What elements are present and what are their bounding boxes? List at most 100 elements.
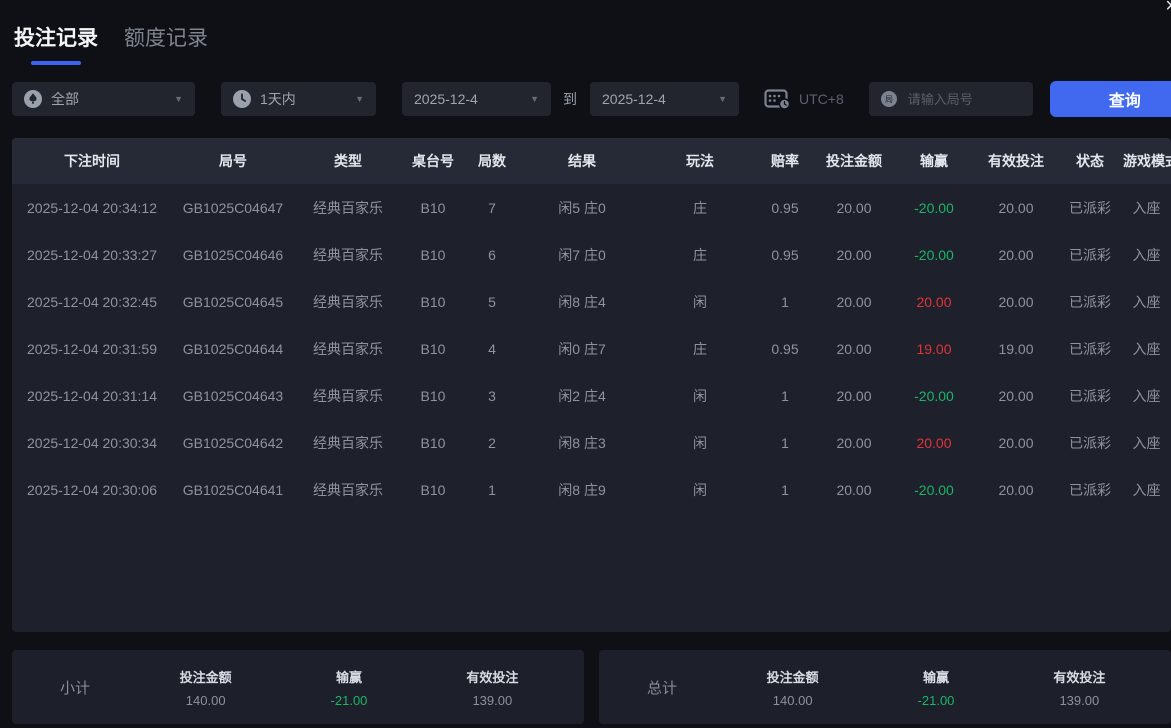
column-header-round-id: 局号 bbox=[172, 138, 294, 184]
chevron-down-icon: ▼ bbox=[355, 93, 364, 104]
cell-valid-bet: 20.00 bbox=[998, 387, 1034, 404]
column-header-win-loss: 输赢 bbox=[894, 138, 974, 184]
cell-round-id: GB1025C04644 bbox=[182, 340, 284, 357]
subtotal-label: 小计 bbox=[60, 679, 91, 697]
date-to-connector-label: 到 bbox=[563, 91, 577, 107]
cell-game-mode: 入座 bbox=[1132, 340, 1161, 357]
total-bet-amount: 投注金额 140.00 bbox=[766, 669, 819, 708]
cell-bet-amount: 20.00 bbox=[836, 246, 872, 263]
date-from-select[interactable]: 2025-12-4 ▼ bbox=[402, 82, 551, 116]
calendar-clock-icon bbox=[764, 88, 791, 110]
cell-win-loss: 19.00 bbox=[916, 340, 952, 357]
summary-bar: 小计 投注金额 140.00 输赢 -21.00 有效投注 139.00 总计 … bbox=[12, 650, 1171, 724]
cell-status: 已派彩 bbox=[1069, 434, 1111, 451]
total-panel: 总计 投注金额 140.00 输赢 -21.00 有效投注 139.00 bbox=[599, 650, 1171, 724]
query-button[interactable]: 查询 bbox=[1049, 81, 1171, 117]
cell-result: 闲8 庄9 bbox=[558, 481, 606, 498]
tab-quota-records[interactable]: 额度记录 bbox=[124, 22, 208, 52]
column-header-game-mode: 游戏模式 bbox=[1122, 138, 1171, 184]
cell-bet-amount: 20.00 bbox=[836, 293, 872, 310]
cell-valid-bet: 20.00 bbox=[998, 434, 1034, 451]
cell-table-no: B10 bbox=[420, 434, 446, 451]
table-body: 2025-12-04 20:34:12 GB1025C04647 经典百家乐 B10 7… bbox=[12, 184, 1171, 513]
cell-game-mode: 入座 bbox=[1132, 199, 1161, 216]
total-valid-bet: 有效投注 139.00 bbox=[1053, 669, 1106, 708]
cell-game-mode: 入座 bbox=[1132, 246, 1161, 263]
timezone-indicator: UTC+8 bbox=[764, 88, 844, 110]
cell-round-id: GB1025C04645 bbox=[182, 293, 284, 310]
cell-odds: 1 bbox=[781, 293, 789, 310]
column-header-status: 状态 bbox=[1058, 138, 1122, 184]
cell-odds: 0.95 bbox=[771, 199, 799, 216]
cell-bet-amount: 20.00 bbox=[836, 434, 872, 451]
column-header-odds: 赔率 bbox=[756, 138, 814, 184]
column-header-result: 结果 bbox=[520, 138, 644, 184]
cell-play-type: 庄 bbox=[693, 199, 707, 216]
table-row: 2025-12-04 20:31:59 GB1025C04644 经典百家乐 B10 4… bbox=[12, 325, 1171, 372]
subtotal-win-loss: 输赢 -21.00 bbox=[330, 669, 368, 708]
cell-round-count: 5 bbox=[488, 293, 496, 310]
subtotal-bet-amount: 投注金额 140.00 bbox=[179, 669, 232, 708]
cell-table-no: B10 bbox=[420, 340, 446, 357]
table-row: 2025-12-04 20:31:14 GB1025C04643 经典百家乐 B10 3… bbox=[12, 372, 1171, 419]
game-type-value: 全部 bbox=[51, 91, 79, 107]
cell-round-count: 1 bbox=[488, 481, 496, 498]
cell-valid-bet: 20.00 bbox=[998, 481, 1034, 498]
cell-table-no: B10 bbox=[420, 293, 446, 310]
cell-play-type: 闲 bbox=[693, 387, 707, 404]
cell-win-loss: -20.00 bbox=[914, 387, 954, 404]
cell-status: 已派彩 bbox=[1069, 199, 1111, 216]
column-header-bet-time: 下注时间 bbox=[12, 138, 172, 184]
cell-round-count: 3 bbox=[488, 387, 496, 404]
table-row: 2025-12-04 20:33:27 GB1025C04646 经典百家乐 B10 6… bbox=[12, 231, 1171, 278]
timezone-label: UTC+8 bbox=[799, 91, 844, 107]
date-to-select[interactable]: 2025-12-4 ▼ bbox=[590, 82, 739, 116]
cell-game-type: 经典百家乐 bbox=[313, 293, 383, 310]
round-search-box[interactable]: 局 bbox=[868, 82, 1033, 116]
date-to-value: 2025-12-4 bbox=[602, 91, 666, 107]
cell-game-type: 经典百家乐 bbox=[313, 387, 383, 404]
cell-bet-amount: 20.00 bbox=[836, 387, 872, 404]
spade-icon bbox=[24, 90, 42, 108]
cell-round-count: 2 bbox=[488, 434, 496, 451]
cell-table-no: B10 bbox=[420, 246, 446, 263]
cell-odds: 1 bbox=[781, 434, 789, 451]
cell-round-count: 7 bbox=[488, 199, 496, 216]
cell-bet-time: 2025-12-04 20:30:34 bbox=[27, 434, 157, 451]
column-header-table-no: 桌台号 bbox=[402, 138, 464, 184]
cell-game-mode: 入座 bbox=[1132, 387, 1161, 404]
cell-game-type: 经典百家乐 bbox=[313, 434, 383, 451]
chevron-down-icon: ▼ bbox=[530, 93, 539, 104]
close-icon[interactable]: × bbox=[1165, 0, 1171, 16]
subtotal-valid-bet: 有效投注 139.00 bbox=[466, 669, 519, 708]
total-win-loss: 输赢 -21.00 bbox=[917, 669, 955, 708]
cell-odds: 1 bbox=[781, 481, 789, 498]
tab-bar: 投注记录 额度记录 bbox=[14, 22, 208, 65]
tab-bet-records[interactable]: 投注记录 bbox=[14, 22, 98, 65]
cell-valid-bet: 19.00 bbox=[998, 340, 1034, 357]
date-from-value: 2025-12-4 bbox=[414, 91, 478, 107]
game-type-select[interactable]: 全部 ▼ bbox=[12, 82, 195, 116]
cell-odds: 0.95 bbox=[771, 246, 799, 263]
round-search-input[interactable] bbox=[905, 90, 1021, 108]
bet-records-table: 下注时间局号类型桌台号局数结果玩法赔率投注金额输赢有效投注状态游戏模式 2025… bbox=[12, 138, 1171, 632]
cell-status: 已派彩 bbox=[1069, 387, 1111, 404]
cell-status: 已派彩 bbox=[1069, 293, 1111, 310]
cell-odds: 0.95 bbox=[771, 340, 799, 357]
cell-table-no: B10 bbox=[420, 387, 446, 404]
cell-odds: 1 bbox=[781, 387, 789, 404]
cell-game-type: 经典百家乐 bbox=[313, 246, 383, 263]
cell-result: 闲0 庄7 bbox=[558, 340, 606, 357]
cell-bet-amount: 20.00 bbox=[836, 340, 872, 357]
cell-game-mode: 入座 bbox=[1132, 293, 1161, 310]
cell-round-count: 6 bbox=[488, 246, 496, 263]
active-tab-underline bbox=[31, 61, 81, 65]
column-header-round-count: 局数 bbox=[464, 138, 520, 184]
cell-round-id: GB1025C04641 bbox=[182, 481, 284, 498]
cell-status: 已派彩 bbox=[1069, 246, 1111, 263]
cell-status: 已派彩 bbox=[1069, 340, 1111, 357]
chevron-down-icon: ▼ bbox=[718, 93, 727, 104]
time-range-select[interactable]: 1天内 ▼ bbox=[221, 82, 376, 116]
cell-valid-bet: 20.00 bbox=[998, 293, 1034, 310]
cell-win-loss: -20.00 bbox=[914, 246, 954, 263]
